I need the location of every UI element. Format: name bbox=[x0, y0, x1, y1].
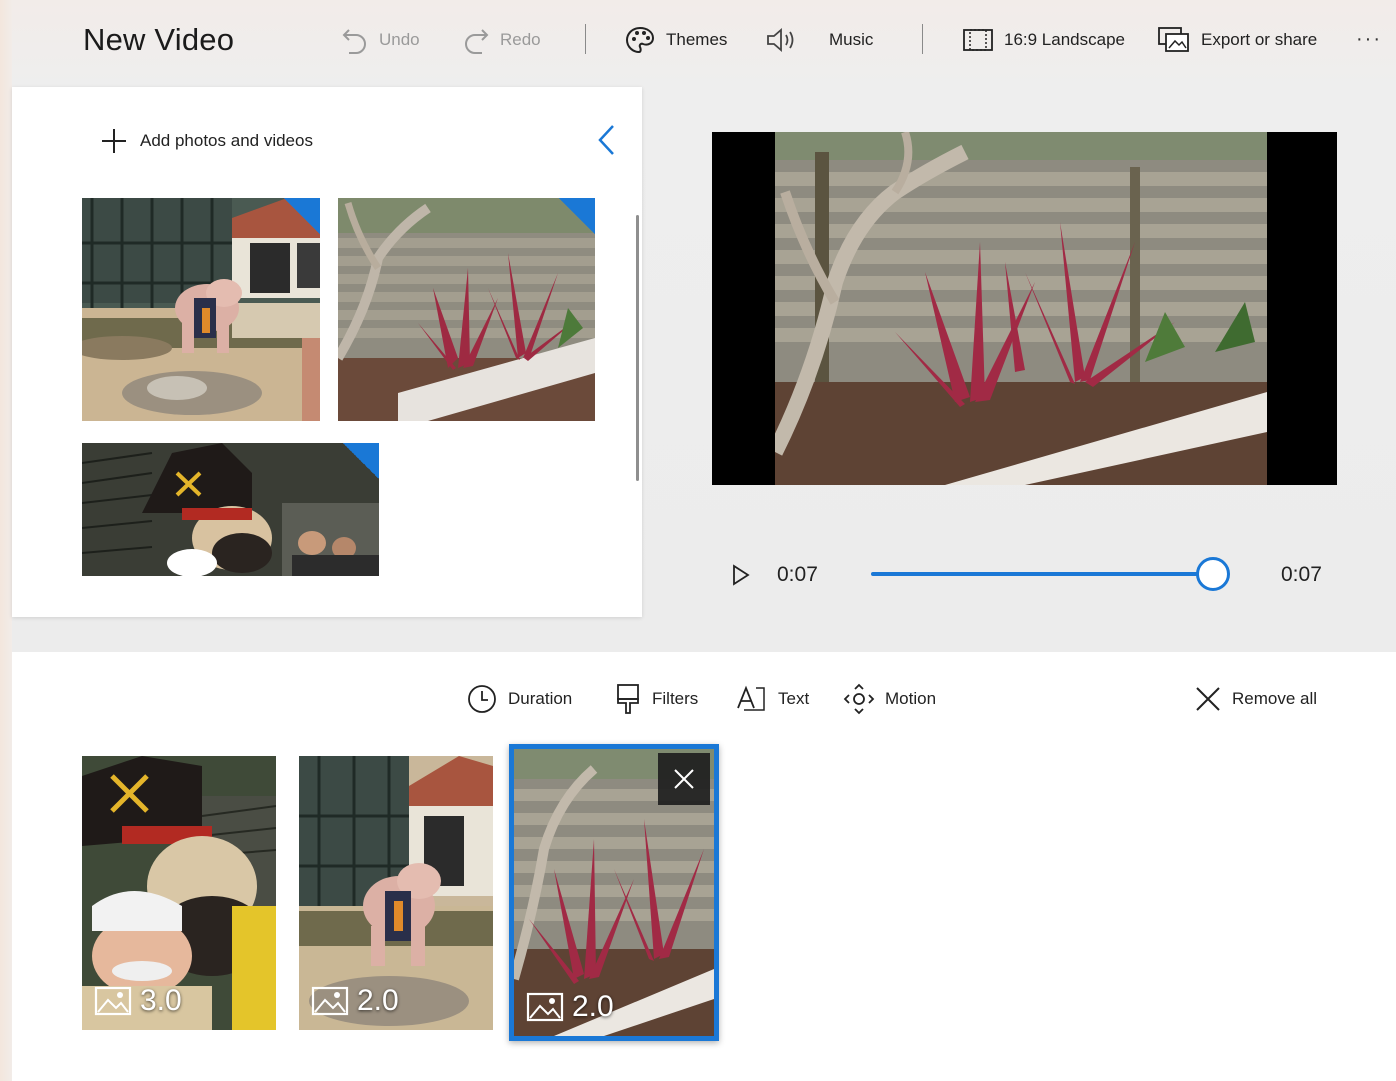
add-photos-videos-button[interactable]: Add photos and videos bbox=[100, 127, 313, 155]
library-item-plants-fence[interactable] bbox=[338, 198, 595, 421]
library-scrollbar[interactable] bbox=[636, 215, 639, 481]
motion-label: Motion bbox=[885, 689, 937, 708]
seek-thumb[interactable] bbox=[1196, 557, 1230, 591]
storyboard-card-selected[interactable]: 2.0 bbox=[509, 744, 719, 1041]
clip-duration-value: 2.0 bbox=[357, 984, 399, 1017]
in-use-marker bbox=[284, 198, 320, 234]
palette-icon bbox=[625, 26, 655, 54]
export-button[interactable]: Export or share bbox=[1157, 22, 1317, 58]
collapse-library-button[interactable] bbox=[595, 123, 617, 162]
play-icon bbox=[733, 564, 750, 586]
toolbar-divider bbox=[922, 24, 923, 54]
filters-label: Filters bbox=[652, 689, 699, 708]
undo-label: Undo bbox=[379, 30, 420, 49]
in-use-marker bbox=[559, 198, 595, 234]
undo-icon bbox=[342, 29, 366, 54]
preview-frame bbox=[775, 132, 1267, 485]
motion-icon bbox=[843, 683, 875, 715]
video-preview[interactable] bbox=[712, 132, 1337, 485]
pirate-mascot-photo bbox=[82, 443, 379, 576]
in-use-marker bbox=[343, 443, 379, 479]
clip-duration: 3.0 bbox=[94, 984, 182, 1018]
chevron-left-icon bbox=[598, 125, 614, 155]
aspect-ratio-icon bbox=[963, 29, 993, 51]
storyboard-card[interactable]: 2.0 bbox=[299, 756, 493, 1030]
filters-button[interactable]: Filters bbox=[614, 681, 698, 717]
text-icon bbox=[737, 685, 765, 711]
seek-bar[interactable] bbox=[871, 572, 1213, 576]
plus-icon bbox=[102, 129, 126, 153]
aspect-ratio-label: 16:9 Landscape bbox=[1004, 30, 1125, 49]
aspect-ratio-button[interactable]: 16:9 Landscape bbox=[962, 22, 1125, 58]
music-label: Music bbox=[829, 30, 874, 49]
themes-label: Themes bbox=[666, 30, 728, 49]
library-item-pirate-mascot[interactable] bbox=[82, 443, 379, 576]
close-icon bbox=[674, 769, 694, 789]
plants-fence-photo bbox=[338, 198, 595, 421]
total-time: 0:07 bbox=[1281, 563, 1322, 586]
image-icon bbox=[526, 992, 564, 1022]
remove-all-button[interactable]: Remove all bbox=[1194, 681, 1317, 717]
current-time: 0:07 bbox=[777, 563, 818, 586]
duration-button[interactable]: Duration bbox=[466, 681, 572, 717]
close-icon bbox=[1196, 687, 1220, 711]
themes-button[interactable]: Themes bbox=[624, 22, 727, 58]
speaker-icon bbox=[767, 28, 794, 52]
redo-icon bbox=[465, 29, 489, 54]
clock-icon bbox=[468, 685, 496, 713]
clip-duration: 2.0 bbox=[526, 990, 614, 1024]
undo-button[interactable]: Undo bbox=[341, 22, 420, 58]
project-title[interactable]: New Video bbox=[83, 22, 234, 58]
paintbrush-icon bbox=[617, 684, 639, 714]
library-item-pig-statue[interactable] bbox=[82, 198, 320, 421]
export-label: Export or share bbox=[1201, 30, 1318, 49]
storyboard-card[interactable]: 3.0 bbox=[82, 756, 276, 1030]
text-label: Text bbox=[778, 689, 810, 708]
image-icon bbox=[94, 986, 132, 1016]
music-button[interactable]: Music bbox=[765, 22, 873, 58]
redo-label: Redo bbox=[500, 30, 541, 49]
add-photos-videos-label: Add photos and videos bbox=[140, 131, 313, 150]
clip-duration-value: 3.0 bbox=[140, 984, 182, 1017]
remove-all-label: Remove all bbox=[1232, 689, 1318, 708]
toolbar-divider bbox=[585, 24, 586, 54]
image-icon bbox=[311, 986, 349, 1016]
remove-clip-button[interactable] bbox=[658, 753, 710, 805]
clip-duration-value: 2.0 bbox=[572, 990, 614, 1023]
redo-button[interactable]: Redo bbox=[462, 22, 541, 58]
more-options-button[interactable]: ··· bbox=[1356, 28, 1382, 51]
duration-label: Duration bbox=[508, 689, 573, 708]
clip-duration: 2.0 bbox=[311, 984, 399, 1018]
text-button[interactable]: Text bbox=[736, 681, 809, 717]
play-button[interactable] bbox=[730, 562, 752, 593]
export-icon bbox=[1158, 27, 1189, 52]
motion-button[interactable]: Motion bbox=[843, 681, 936, 717]
